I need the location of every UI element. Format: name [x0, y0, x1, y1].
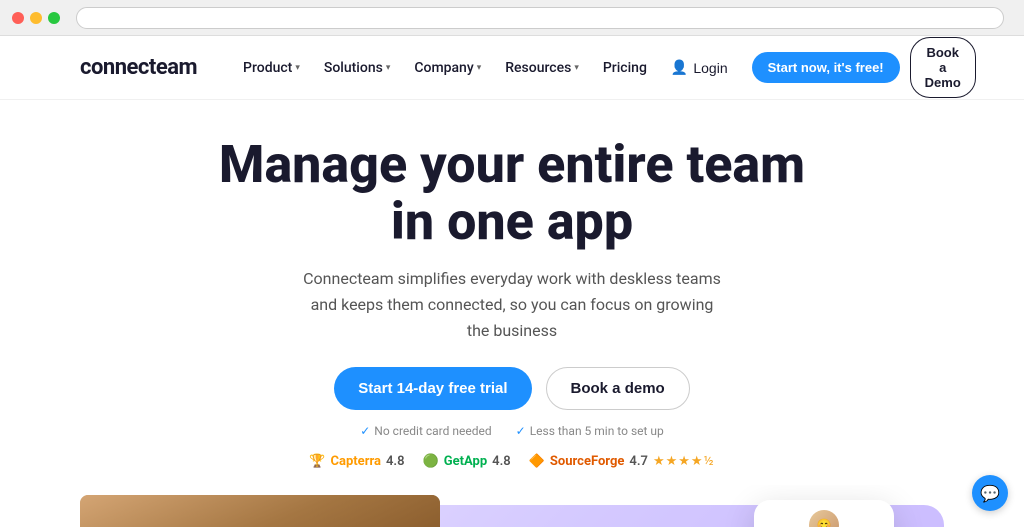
navbar: connecteam Product ▾ Solutions ▾ Company…: [0, 36, 1024, 100]
star-icons: ★★★★½: [653, 454, 715, 469]
start-free-label: Start now, it's free!: [768, 60, 884, 75]
hero-subtitle: Connecteam simplifies everyday work with…: [302, 266, 722, 343]
traffic-lights: [12, 12, 60, 24]
capterra-score: 4.8: [386, 454, 405, 469]
check-no-card-label: No credit card needed: [374, 424, 491, 438]
sourceforge-logo-icon: 🔶: [529, 454, 545, 469]
maximize-button[interactable]: [48, 12, 60, 24]
nav-company-label: Company: [414, 60, 473, 76]
check-no-card: ✓ No credit card needed: [360, 424, 491, 438]
sourceforge-score: 4.7: [629, 454, 648, 469]
nav-item-solutions[interactable]: Solutions ▾: [314, 54, 400, 82]
checkmark-icon: ✓: [516, 424, 526, 438]
site-content: connecteam Product ▾ Solutions ▾ Company…: [0, 36, 1024, 527]
getapp-logo-icon: 🟢: [423, 454, 439, 469]
avatar: 😊: [809, 510, 839, 527]
login-button[interactable]: 👤 Login: [657, 52, 742, 83]
browser-chrome: [0, 0, 1024, 36]
hero-buttons: Start 14-day free trial Book a demo: [20, 367, 1004, 410]
logo[interactable]: connecteam: [80, 55, 197, 80]
capterra-rating: 🏆 Capterra 4.8: [309, 454, 404, 469]
chevron-down-icon: ▾: [386, 63, 391, 73]
trial-button[interactable]: Start 14-day free trial: [334, 367, 531, 410]
nav-product-label: Product: [243, 60, 292, 76]
people-photo: [80, 495, 440, 527]
checkmark-icon: ✓: [360, 424, 370, 438]
nav-right: 👤 Login Start now, it's free! Book a Dem…: [657, 37, 976, 98]
hero-checks: ✓ No credit card needed ✓ Less than 5 mi…: [20, 424, 1004, 438]
address-bar[interactable]: [76, 7, 1004, 29]
hero-title-line2: in one app: [391, 191, 633, 252]
logo-text: connecteam: [80, 55, 197, 80]
sourceforge-rating: 🔶 SourceForge 4.7 ★★★★½: [529, 454, 715, 469]
nav-item-product[interactable]: Product ▾: [233, 54, 310, 82]
hero-image-area: 😊 Good Morning, Alex ⏰ 📅 💬 📋 🏠 ● 05:24:0…: [0, 485, 1024, 527]
nav-solutions-label: Solutions: [324, 60, 383, 76]
login-label: Login: [693, 60, 727, 76]
getapp-rating: 🟢 GetApp 4.8: [423, 454, 511, 469]
hero-title-line1: Manage your entire team: [219, 134, 805, 195]
demo-button[interactable]: Book a demo: [546, 367, 690, 410]
sourceforge-label: SourceForge: [550, 454, 624, 469]
nav-links: Product ▾ Solutions ▾ Company ▾ Resource…: [233, 54, 657, 82]
phone-mockup: 😊 Good Morning, Alex ⏰ 📅 💬 📋 🏠 ● 05:24:0…: [754, 500, 894, 527]
nav-item-pricing[interactable]: Pricing: [593, 54, 657, 82]
trial-button-label: Start 14-day free trial: [358, 380, 507, 397]
capterra-logo-icon: 🏆: [309, 454, 325, 469]
chevron-down-icon: ▾: [574, 63, 579, 73]
check-setup-label: Less than 5 min to set up: [530, 424, 664, 438]
hero-section: Manage your entire team in one app Conne…: [0, 100, 1024, 469]
nav-item-resources[interactable]: Resources ▾: [495, 54, 589, 82]
demo-button-label: Book a demo: [571, 380, 665, 397]
start-free-button[interactable]: Start now, it's free!: [752, 52, 900, 83]
minimize-button[interactable]: [30, 12, 42, 24]
ratings-row: 🏆 Capterra 4.8 🟢 GetApp 4.8 🔶 SourceForg…: [20, 454, 1004, 469]
people-svg: [80, 495, 440, 527]
close-button[interactable]: [12, 12, 24, 24]
chevron-down-icon: ▾: [295, 63, 300, 73]
chat-icon: 💬: [980, 484, 1000, 503]
capterra-label: Capterra: [331, 454, 381, 469]
book-demo-nav-label: Book a Demo: [925, 45, 961, 90]
getapp-score: 4.8: [492, 454, 511, 469]
chat-widget[interactable]: 💬: [972, 475, 1008, 511]
nav-pricing-label: Pricing: [603, 60, 647, 76]
hero-title: Manage your entire team in one app: [20, 136, 1004, 250]
chevron-down-icon: ▾: [477, 63, 482, 73]
nav-resources-label: Resources: [505, 60, 571, 76]
user-icon: 👤: [671, 59, 688, 76]
book-demo-nav-button[interactable]: Book a Demo: [910, 37, 976, 98]
getapp-label: GetApp: [444, 454, 487, 469]
nav-item-company[interactable]: Company ▾: [404, 54, 491, 82]
check-setup-time: ✓ Less than 5 min to set up: [516, 424, 664, 438]
